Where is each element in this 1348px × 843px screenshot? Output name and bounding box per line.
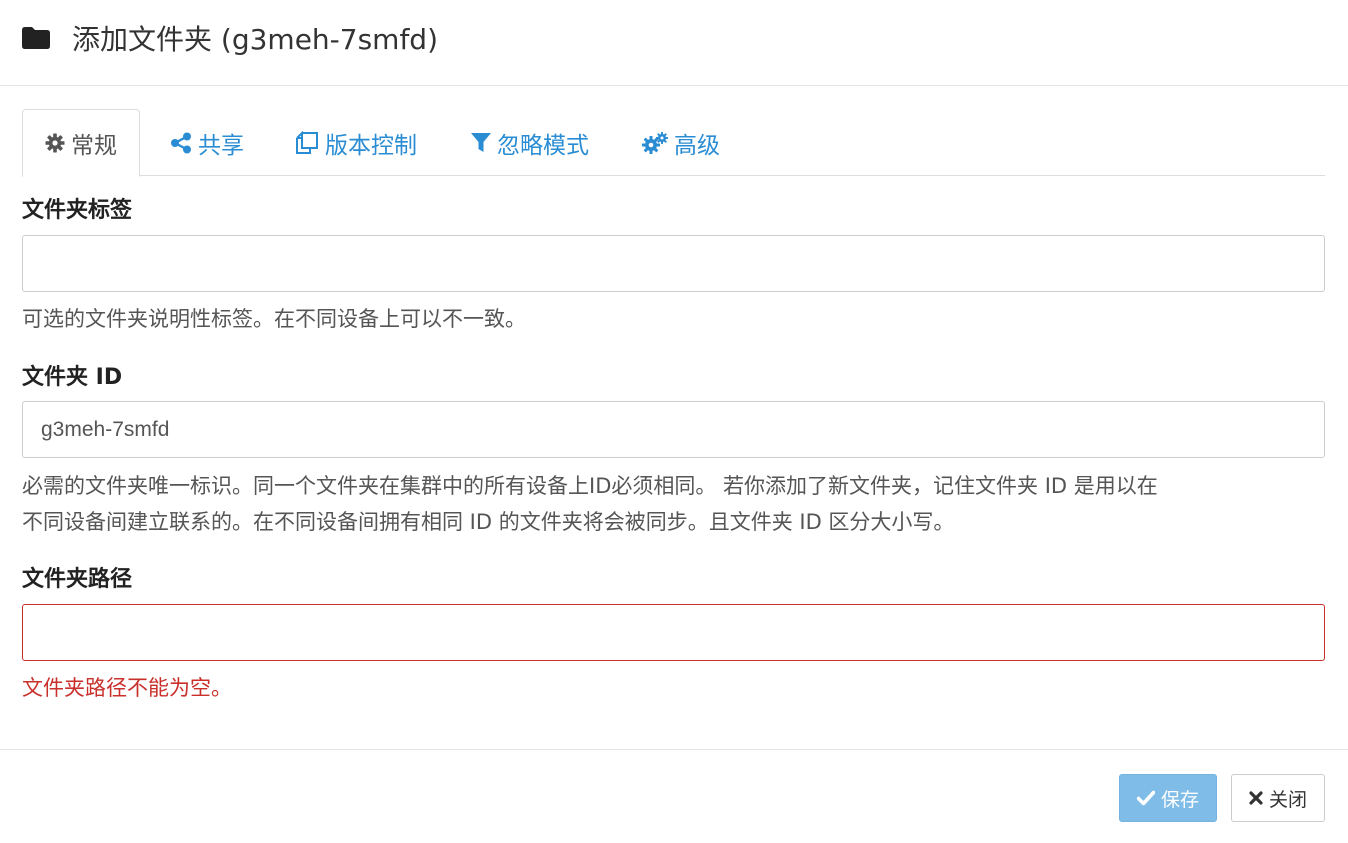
- folder-label-help: 可选的文件夹说明性标签。在不同设备上可以不一致。: [22, 307, 526, 331]
- tab-sharing[interactable]: 共享: [170, 109, 244, 176]
- close-button-label: 关闭: [1268, 788, 1307, 811]
- tab-versioning[interactable]: 版本控制: [295, 109, 417, 176]
- folder-icon: [22, 27, 50, 49]
- tab-ignore-patterns[interactable]: 忽略模式: [471, 109, 589, 176]
- folder-path-label: 文件夹路径: [22, 567, 133, 592]
- gear-icon: [45, 133, 65, 153]
- dialog-header: 添加文件夹 (g3meh-7smfd): [0, 0, 1348, 86]
- cogs-icon: [642, 131, 668, 154]
- save-button-label: 保存: [1160, 788, 1199, 811]
- tab-bar: 常规 共享 版本控制 忽略模式 高级: [22, 109, 1325, 177]
- filter-icon: [471, 132, 491, 152]
- dialog-footer: 保存 关闭: [0, 749, 1348, 843]
- folder-label-label: 文件夹标签: [22, 198, 133, 223]
- folder-id-help-line-1: 必需的文件夹唯一标识。同一个文件夹在集群中的所有设备上ID必须相同。 若你添加了…: [22, 474, 1158, 498]
- close-button[interactable]: 关闭: [1231, 774, 1325, 822]
- tab-general[interactable]: 常规: [22, 109, 140, 177]
- save-button[interactable]: 保存: [1119, 774, 1217, 822]
- tab-sharing-label: 共享: [198, 132, 244, 159]
- folder-path-error: 文件夹路径不能为空。: [22, 676, 232, 700]
- check-icon: [1136, 790, 1155, 806]
- folder-label-input[interactable]: [22, 235, 1325, 292]
- tab-ignore-patterns-label: 忽略模式: [497, 132, 589, 159]
- close-icon: [1249, 791, 1263, 805]
- folder-path-input[interactable]: [22, 604, 1325, 661]
- copy-icon: [296, 130, 318, 154]
- tab-advanced[interactable]: 高级: [642, 109, 720, 176]
- folder-id-label: 文件夹 ID: [22, 365, 123, 390]
- tab-general-label: 常规: [71, 133, 117, 159]
- tab-advanced-label: 高级: [674, 132, 720, 159]
- tab-versioning-label: 版本控制: [325, 132, 417, 159]
- add-folder-dialog: 添加文件夹 (g3meh-7smfd) 常规 共享 版本控制 忽略模式 高级 文…: [0, 0, 1348, 843]
- folder-id-help-line-2: 不同设备间建立联系的。在不同设备间拥有相同 ID 的文件夹将会被同步。且文件夹 …: [22, 510, 955, 534]
- folder-id-input[interactable]: [22, 401, 1325, 458]
- share-icon: [171, 132, 191, 153]
- dialog-title: 添加文件夹 (g3meh-7smfd): [72, 23, 438, 56]
